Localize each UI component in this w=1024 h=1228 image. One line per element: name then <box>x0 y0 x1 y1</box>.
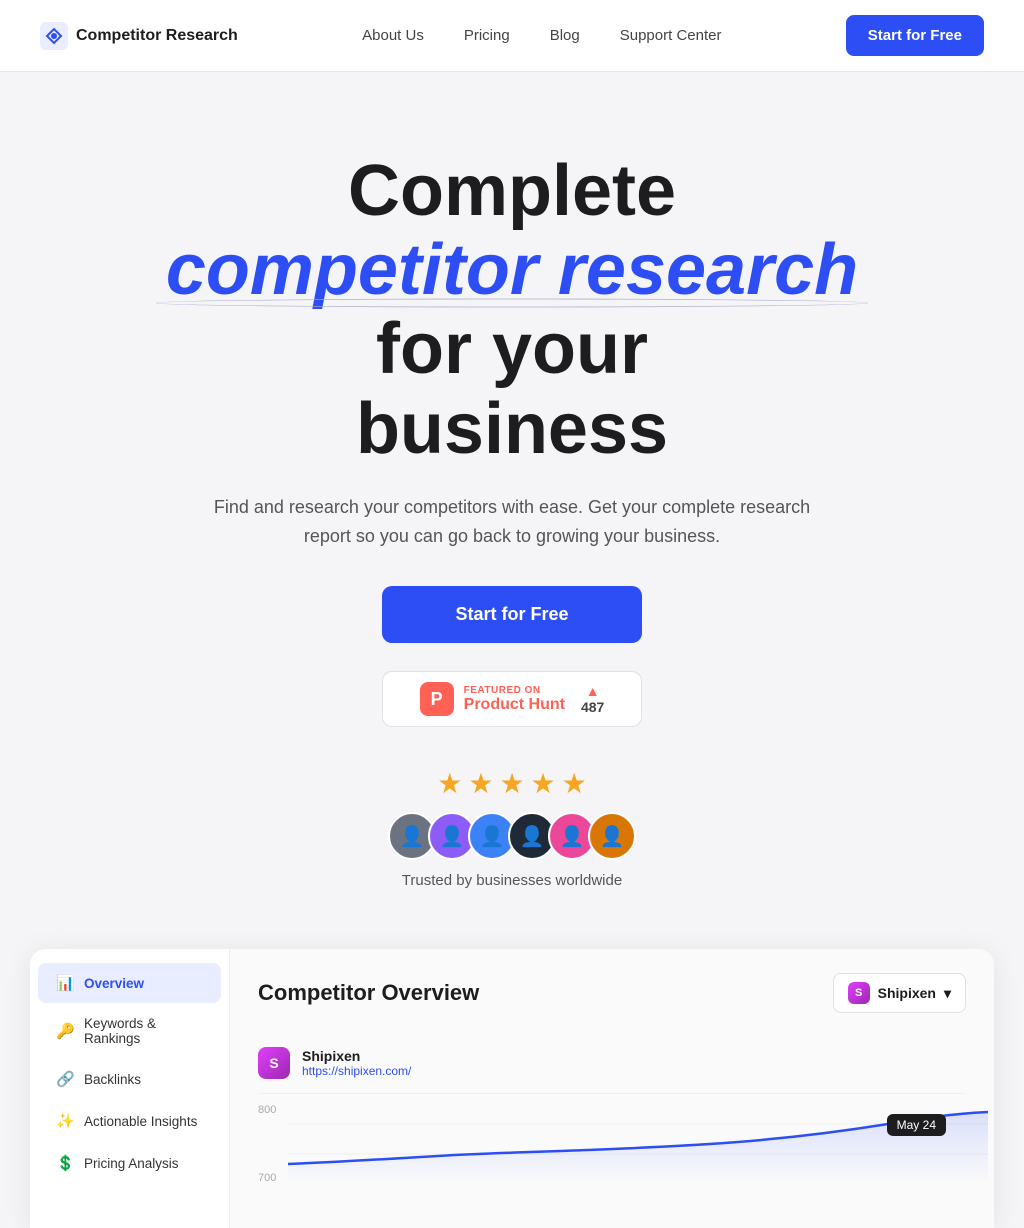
brand-icon <box>40 22 68 50</box>
star-1: ★ <box>437 767 462 800</box>
chart-y-label-800: 800 <box>258 1104 276 1116</box>
nav-links: About Us Pricing Blog Support Center <box>362 27 721 45</box>
star-4: ★ <box>531 767 556 800</box>
upvote-arrow-icon: ▲ <box>586 683 600 699</box>
comp-overview-header: Competitor Overview S Shipixen ▾ <box>258 973 966 1013</box>
chart-y-label-700: 700 <box>258 1172 276 1184</box>
brand-name: Competitor Research <box>76 27 238 45</box>
nav-about[interactable]: About Us <box>362 27 424 44</box>
chart-line-svg <box>288 1104 988 1184</box>
sidebar-item-insights[interactable]: ✨ Actionable Insights <box>38 1101 221 1141</box>
hero-cta-button[interactable]: Start for Free <box>382 586 642 643</box>
competitor-logo: S <box>258 1047 290 1079</box>
product-hunt-name: Product Hunt <box>464 696 565 714</box>
trusted-text: Trusted by businesses worldwide <box>402 872 622 889</box>
nav-blog[interactable]: Blog <box>550 27 580 44</box>
nav-pricing[interactable]: Pricing <box>464 27 510 44</box>
sidebar: 📊 Overview 🔑 Keywords & Rankings 🔗 Backl… <box>30 949 230 1228</box>
main-content: Competitor Overview S Shipixen ▾ S Shipi… <box>230 949 994 1228</box>
comp-selector-logo: S <box>848 982 870 1004</box>
bottom-section: 📊 Overview 🔑 Keywords & Rankings 🔗 Backl… <box>0 949 1024 1228</box>
star-3: ★ <box>499 767 524 800</box>
hero-title: Complete competitor research for your bu… <box>112 152 912 469</box>
product-hunt-featured-label: FEATURED ON <box>464 685 541 696</box>
product-hunt-badge[interactable]: P FEATURED ON Product Hunt ▲ 487 <box>382 671 642 727</box>
brand-logo[interactable]: Competitor Research <box>40 22 238 50</box>
date-badge: May 24 <box>887 1114 946 1136</box>
competitor-row: S Shipixen https://shipixen.com/ <box>258 1033 966 1094</box>
sidebar-item-keywords-label: Keywords & Rankings <box>84 1016 203 1046</box>
star-rating: ★ ★ ★ ★ ★ <box>437 767 587 800</box>
pricing-icon: 💲 <box>56 1154 74 1172</box>
product-hunt-logo: P <box>420 682 454 716</box>
sidebar-item-pricing-label: Pricing Analysis <box>84 1156 179 1171</box>
sidebar-item-backlinks[interactable]: 🔗 Backlinks <box>38 1059 221 1099</box>
competitor-url: https://shipixen.com/ <box>302 1064 411 1078</box>
product-hunt-count: 487 <box>581 699 604 715</box>
sidebar-item-keywords[interactable]: 🔑 Keywords & Rankings <box>38 1005 221 1057</box>
sidebar-item-insights-label: Actionable Insights <box>84 1114 197 1129</box>
insights-icon: ✨ <box>56 1112 74 1130</box>
hero-title-highlight: competitor research <box>166 231 858 310</box>
sidebar-item-backlinks-label: Backlinks <box>84 1072 141 1087</box>
comp-selector-name: Shipixen <box>878 985 936 1001</box>
social-proof: ★ ★ ★ ★ ★ 👤 👤 👤 👤 👤 👤 Trusted by busines… <box>40 767 984 889</box>
competitor-name: Shipixen <box>302 1048 411 1064</box>
navbar-cta-button[interactable]: Start for Free <box>846 15 984 56</box>
sidebar-item-overview[interactable]: 📊 Overview <box>38 963 221 1003</box>
chart-y-labels: 800 700 <box>258 1104 276 1184</box>
hero-section: Complete competitor research for your bu… <box>0 72 1024 949</box>
backlinks-icon: 🔗 <box>56 1070 74 1088</box>
star-5: ★ <box>562 767 587 800</box>
navbar: Competitor Research About Us Pricing Blo… <box>0 0 1024 72</box>
hero-cta-stack: Start for Free P FEATURED ON Product Hun… <box>40 586 984 727</box>
comp-selector-dropdown[interactable]: S Shipixen ▾ <box>833 973 966 1013</box>
star-2: ★ <box>468 767 493 800</box>
keywords-icon: 🔑 <box>56 1022 74 1040</box>
nav-support[interactable]: Support Center <box>620 27 722 44</box>
sidebar-item-overview-label: Overview <box>84 976 144 991</box>
sidebar-item-pricing[interactable]: 💲 Pricing Analysis <box>38 1143 221 1183</box>
comp-overview-title: Competitor Overview <box>258 980 479 1006</box>
competitor-info: Shipixen https://shipixen.com/ <box>302 1048 411 1078</box>
product-hunt-text: FEATURED ON Product Hunt <box>464 685 565 714</box>
chevron-down-icon: ▾ <box>944 985 951 1002</box>
avatar-6: 👤 <box>588 812 636 860</box>
avatar-group: 👤 👤 👤 👤 👤 👤 <box>388 812 636 860</box>
product-hunt-count-block: ▲ 487 <box>581 683 604 715</box>
overview-icon: 📊 <box>56 974 74 992</box>
app-preview: 📊 Overview 🔑 Keywords & Rankings 🔗 Backl… <box>30 949 994 1228</box>
hero-subtitle: Find and research your competitors with … <box>212 493 812 551</box>
chart-area: 800 700 <box>258 1104 966 1204</box>
